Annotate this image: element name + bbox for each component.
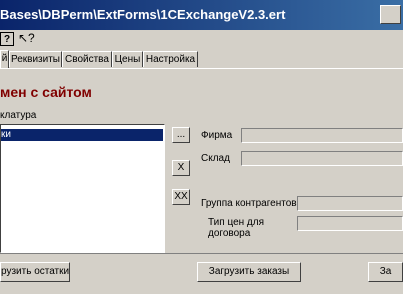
- clear-all-button[interactable]: XX: [172, 189, 190, 205]
- price-type-label: Тип цен для: [208, 217, 265, 228]
- nomenclature-list[interactable]: ки: [0, 124, 165, 253]
- third-button[interactable]: За: [368, 262, 403, 282]
- toolbar: ? ↖?: [0, 30, 403, 50]
- nomenclature-label: клатура: [0, 110, 37, 121]
- contractor-group-field[interactable]: [297, 196, 403, 211]
- tab-properties[interactable]: Свойства: [62, 51, 112, 67]
- firm-field[interactable]: [241, 128, 403, 143]
- divider: [0, 253, 403, 254]
- price-type-field[interactable]: [297, 216, 403, 231]
- load-orders-button[interactable]: Загрузить заказы: [197, 262, 301, 282]
- firm-label: Фирма: [201, 130, 233, 141]
- help-icon[interactable]: ?: [0, 32, 14, 46]
- context-help-icon[interactable]: ↖?: [18, 32, 35, 46]
- contractor-group-label: Группа контрагентов: [201, 198, 297, 209]
- list-item[interactable]: ки: [1, 129, 163, 141]
- warehouse-label: Склад: [201, 153, 230, 164]
- price-type-label-2: договора: [208, 228, 251, 239]
- page-title: мен с сайтом: [0, 84, 92, 100]
- close-button[interactable]: [380, 5, 401, 24]
- clear-button[interactable]: X: [172, 160, 190, 176]
- title-bar: Bases\DBPerm\ExtForms\1CExchangeV2.3.ert: [0, 0, 403, 30]
- browse-button[interactable]: ...: [172, 127, 190, 143]
- window-title: Bases\DBPerm\ExtForms\1CExchangeV2.3.ert: [0, 7, 286, 22]
- tab-prices[interactable]: Цены: [112, 51, 143, 67]
- tab-settings[interactable]: Настройка: [143, 51, 198, 67]
- warehouse-field[interactable]: [241, 151, 403, 166]
- upload-stock-button[interactable]: рузить остатки: [0, 262, 70, 282]
- tab-requisites[interactable]: Реквизиты: [9, 51, 62, 67]
- tab-main[interactable]: й: [0, 50, 9, 68]
- tab-strip: й Реквизиты Свойства Цены Настройка: [0, 50, 403, 69]
